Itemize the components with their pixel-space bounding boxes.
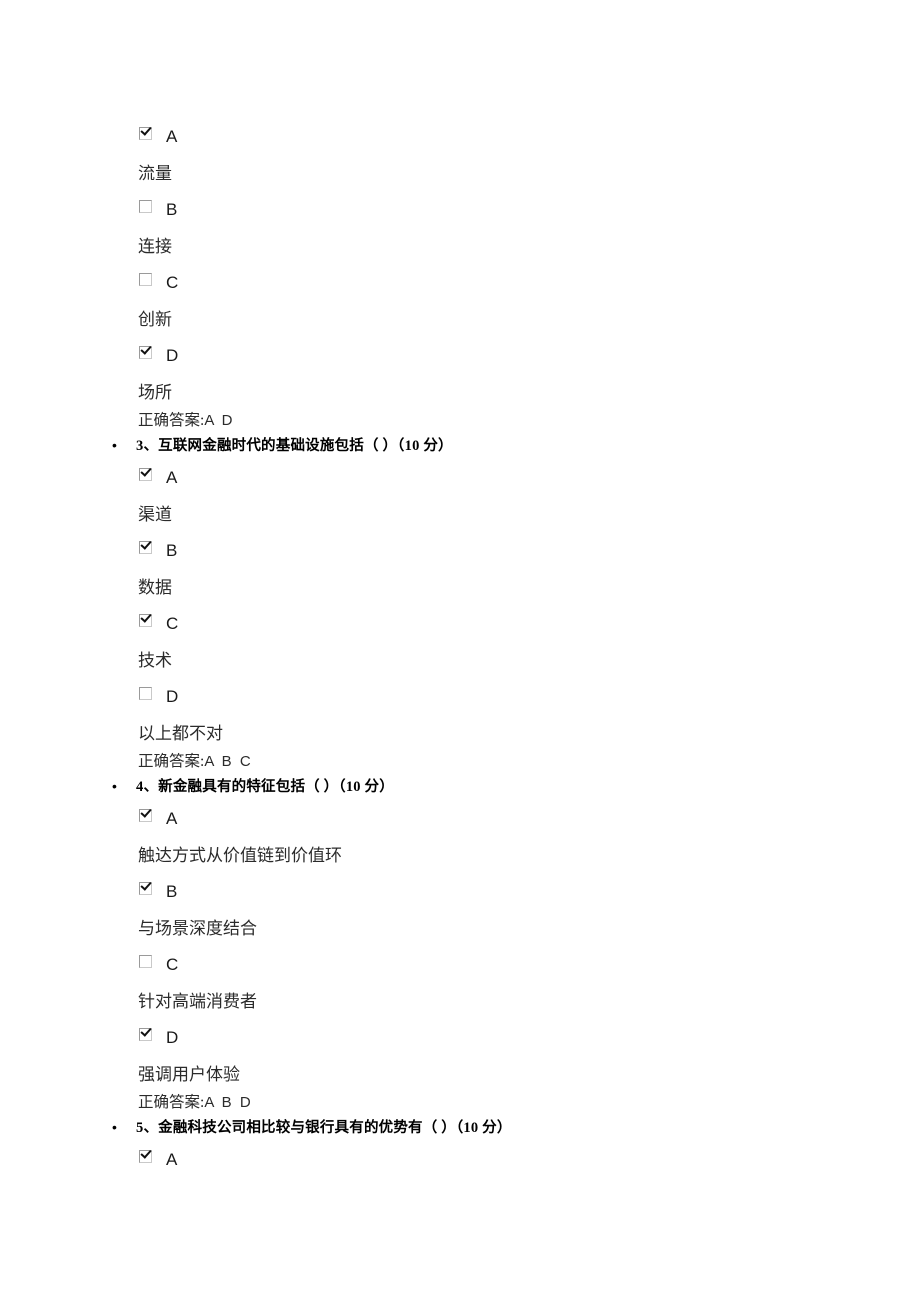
option-row-d[interactable]: D bbox=[0, 1019, 920, 1057]
option-row-c[interactable]: C bbox=[0, 264, 920, 302]
correct-answer-line: 正确答案:A B C bbox=[0, 751, 920, 773]
option-text: 数据 bbox=[138, 578, 172, 597]
option-letter: B bbox=[166, 541, 178, 560]
correct-answer-label: 正确答案: bbox=[138, 753, 205, 770]
checkbox-unchecked-icon[interactable] bbox=[139, 687, 152, 700]
option-letter: C bbox=[166, 273, 179, 292]
bullet-icon: • bbox=[112, 1119, 117, 1135]
question-block-q3: A 渠道 B 数据 C 技术 D 以上都不对 正确答案:A B C bbox=[0, 459, 920, 773]
checkbox-checked-icon[interactable] bbox=[139, 614, 152, 627]
option-text: 流量 bbox=[138, 164, 172, 183]
option-text: 渠道 bbox=[138, 505, 172, 524]
question-block-q2-continued: A 流量 B 连接 C 创新 D 场所 正确答案:A D bbox=[0, 118, 920, 432]
option-letter: A bbox=[166, 127, 178, 146]
option-letter: D bbox=[166, 346, 179, 365]
correct-answer-value: A B D bbox=[204, 1094, 253, 1111]
option-row-b[interactable]: B bbox=[0, 873, 920, 911]
option-row-c[interactable]: C bbox=[0, 946, 920, 984]
option-letter: C bbox=[166, 955, 179, 974]
question-heading-q5: • 5、金融科技公司相比较与银行具有的优势有（ ）（10 分） bbox=[0, 1114, 920, 1141]
option-text: 以上都不对 bbox=[138, 724, 223, 743]
option-row-a[interactable]: A bbox=[0, 1141, 920, 1179]
checkbox-checked-icon[interactable] bbox=[139, 541, 152, 554]
correct-answer-label: 正确答案: bbox=[138, 412, 205, 429]
option-row-d[interactable]: D bbox=[0, 337, 920, 375]
question-title: 4、新金融具有的特征包括（ ）（10 分） bbox=[136, 779, 394, 795]
checkbox-checked-icon[interactable] bbox=[139, 882, 152, 895]
checkbox-unchecked-icon[interactable] bbox=[139, 273, 152, 286]
option-letter: A bbox=[166, 809, 178, 828]
option-text: 技术 bbox=[138, 651, 172, 670]
option-row-a[interactable]: A bbox=[0, 800, 920, 838]
option-row-b[interactable]: B bbox=[0, 191, 920, 229]
option-text: 针对高端消费者 bbox=[138, 992, 257, 1011]
option-row-b[interactable]: B bbox=[0, 532, 920, 570]
option-text: 强调用户体验 bbox=[138, 1065, 240, 1084]
checkbox-checked-icon[interactable] bbox=[139, 809, 152, 822]
option-text: 场所 bbox=[138, 383, 172, 402]
question-title: 5、金融科技公司相比较与银行具有的优势有（ ）（10 分） bbox=[136, 1120, 512, 1136]
option-row-c[interactable]: C bbox=[0, 605, 920, 643]
checkbox-unchecked-icon[interactable] bbox=[139, 955, 152, 968]
correct-answer-label: 正确答案: bbox=[138, 1094, 205, 1111]
option-text: 与场景深度结合 bbox=[138, 919, 257, 938]
correct-answer-value: A B C bbox=[204, 753, 253, 770]
correct-answer-value: A D bbox=[204, 412, 235, 429]
checkbox-checked-icon[interactable] bbox=[139, 468, 152, 481]
question-block-q5: A bbox=[0, 1141, 920, 1179]
option-letter: C bbox=[166, 614, 179, 633]
option-letter: D bbox=[166, 687, 179, 706]
question-heading-q3: • 3、互联网金融时代的基础设施包括（ ）（10 分） bbox=[0, 432, 920, 459]
correct-answer-line: 正确答案:A B D bbox=[0, 1092, 920, 1114]
correct-answer-line: 正确答案:A D bbox=[0, 410, 920, 432]
option-text: 触达方式从价值链到价值环 bbox=[138, 846, 342, 865]
option-letter: A bbox=[166, 468, 178, 487]
checkbox-checked-icon[interactable] bbox=[139, 1150, 152, 1163]
option-row-a[interactable]: A bbox=[0, 118, 920, 156]
bullet-icon: • bbox=[112, 778, 117, 794]
option-row-d[interactable]: D bbox=[0, 678, 920, 716]
option-letter: A bbox=[166, 1150, 178, 1169]
question-title: 3、互联网金融时代的基础设施包括（ ）（10 分） bbox=[136, 438, 453, 454]
checkbox-unchecked-icon[interactable] bbox=[139, 200, 152, 213]
option-row-a[interactable]: A bbox=[0, 459, 920, 497]
option-text: 创新 bbox=[138, 310, 172, 329]
checkbox-checked-icon[interactable] bbox=[139, 1028, 152, 1041]
option-letter: D bbox=[166, 1028, 179, 1047]
question-heading-q4: • 4、新金融具有的特征包括（ ）（10 分） bbox=[0, 773, 920, 800]
question-block-q4: A 触达方式从价值链到价值环 B 与场景深度结合 C 针对高端消费者 D 强调用… bbox=[0, 800, 920, 1114]
option-letter: B bbox=[166, 200, 178, 219]
checkbox-checked-icon[interactable] bbox=[139, 346, 152, 359]
option-letter: B bbox=[166, 882, 178, 901]
option-text: 连接 bbox=[138, 237, 172, 256]
exam-page: A 流量 B 连接 C 创新 D 场所 正确答案:A D • 3、互联网金融时代… bbox=[0, 0, 920, 1302]
checkbox-checked-icon[interactable] bbox=[139, 127, 152, 140]
bullet-icon: • bbox=[112, 437, 117, 453]
